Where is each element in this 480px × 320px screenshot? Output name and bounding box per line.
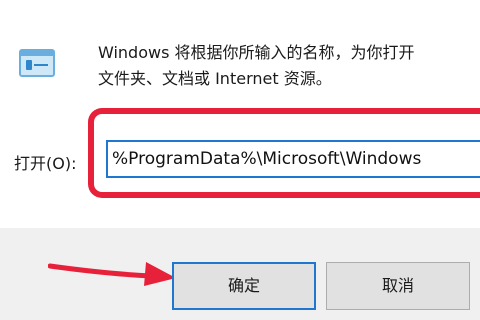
ok-button[interactable]: 确定 bbox=[172, 262, 316, 310]
open-input[interactable]: %ProgramData%\Microsoft\Windows bbox=[106, 140, 480, 178]
description-line-2: 文件夹、文档或 Internet 资源。 bbox=[98, 69, 332, 88]
run-dialog: Windows 将根据你所输入的名称，为你打开 文件夹、文档或 Internet… bbox=[0, 0, 480, 320]
description-text: Windows 将根据你所输入的名称，为你打开 文件夹、文档或 Internet… bbox=[98, 40, 480, 92]
open-label: 打开(O): bbox=[14, 154, 77, 173]
cancel-button[interactable]: 取消 bbox=[326, 262, 470, 310]
run-dialog-icon bbox=[19, 49, 55, 77]
red-arrow-icon bbox=[48, 262, 176, 286]
description-line-1: Windows 将根据你所输入的名称，为你打开 bbox=[98, 43, 415, 62]
